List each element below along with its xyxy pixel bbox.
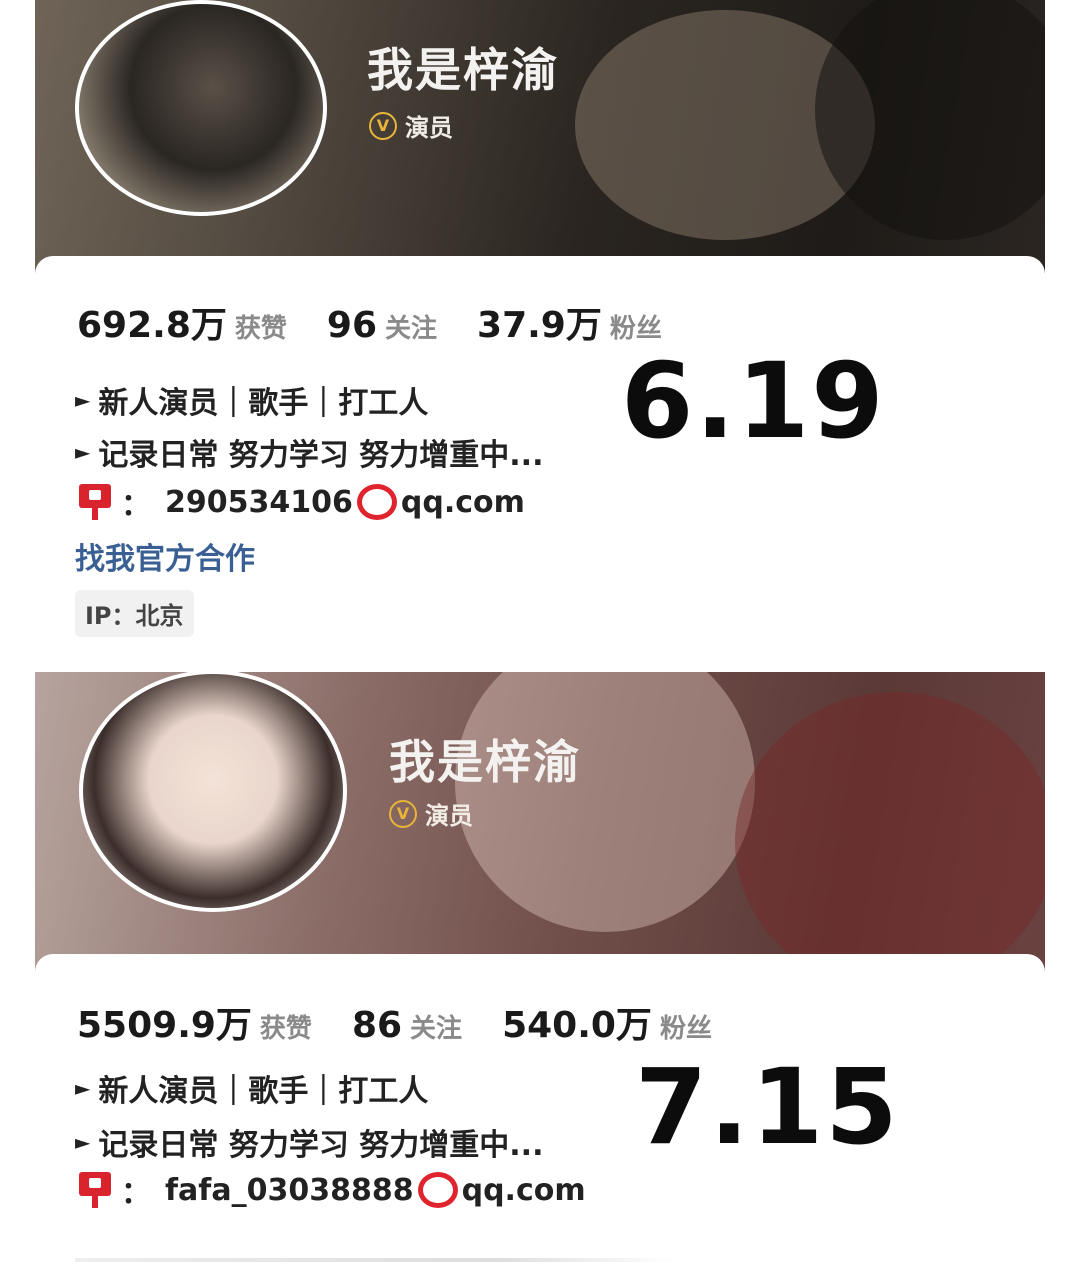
email-row: ： fafa_03038888 qq.com	[79, 1168, 586, 1212]
triangle-bullet-icon: ►	[75, 388, 91, 412]
verified-badge-icon: V	[369, 111, 397, 140]
ip-location-badge: IP：北京	[75, 590, 194, 637]
email-row: ： 290534106 qq.com	[79, 480, 525, 524]
verified-title: 演员	[425, 802, 473, 830]
stat-following-value: 86	[351, 1005, 403, 1046]
avatar[interactable]	[75, 0, 327, 216]
stat-following[interactable]: 96 关注	[327, 305, 437, 346]
email-user: 290534106	[165, 484, 353, 520]
verified-row: V 演员	[389, 796, 473, 831]
stat-followers-value: 37.9万	[477, 305, 602, 346]
stat-followers-value: 540.0万	[502, 1005, 652, 1046]
avatar[interactable]	[79, 672, 347, 912]
verified-row: V 演员	[369, 108, 453, 143]
stat-following-value: 96	[326, 305, 377, 346]
stat-likes[interactable]: 692.8万 获赞	[77, 296, 287, 348]
bio-line: ► 记录日常 努力学习 努力增重中...	[75, 430, 543, 474]
banner-photo-shadow	[735, 692, 1045, 992]
bio-text: 记录日常 努力学习 努力增重中...	[98, 1128, 544, 1163]
profile-info-card: 692.8万 获赞 96 关注 37.9万 粉丝 ► 新人演员｜歌手｜打工人 ►…	[35, 256, 1045, 662]
official-partnership-link[interactable]: 找我官方合作	[75, 534, 255, 578]
bio-line: ► 新人演员｜歌手｜打工人	[75, 378, 428, 422]
profile-banner: 我是梓渝 V 演员	[35, 672, 1045, 992]
bio-text: 记录日常 努力学习 努力增重中...	[98, 438, 544, 473]
display-name: 我是梓渝	[367, 43, 559, 97]
bio-text: 新人演员｜歌手｜打工人	[98, 1074, 429, 1109]
email-user: fafa_03038888	[165, 1172, 414, 1208]
stat-followers-label: 粉丝	[659, 1014, 712, 1044]
email-colon: ：	[121, 1176, 151, 1211]
stat-likes-label: 获赞	[234, 314, 287, 344]
banner-photo-highlight	[455, 672, 755, 932]
stat-following-label: 关注	[385, 314, 438, 344]
stat-following-label: 关注	[410, 1014, 463, 1044]
verified-badge-icon: V	[389, 799, 417, 828]
stats-row: 692.8万 获赞 96 关注 37.9万 粉丝	[77, 296, 702, 348]
mailbox-icon	[79, 484, 111, 520]
red-circle-at-icon	[356, 484, 397, 520]
triangle-bullet-icon: ►	[75, 1076, 91, 1100]
stat-likes-label: 获赞	[259, 1014, 312, 1044]
email-domain: qq.com	[461, 1172, 586, 1208]
red-circle-at-icon	[417, 1172, 458, 1208]
mailbox-icon	[79, 1172, 111, 1208]
stat-likes-value: 692.8万	[77, 305, 227, 346]
profile-info-card: 5509.9万 获赞 86 关注 540.0万 粉丝 ► 新人演员｜歌手｜打工人…	[35, 954, 1045, 1272]
overlay-date-label: 7.15	[635, 1046, 900, 1168]
display-name: 我是梓渝	[389, 735, 581, 789]
triangle-bullet-icon: ►	[75, 1130, 91, 1154]
banner-photo-shadow	[815, 0, 1045, 240]
bio-line: ► 新人演员｜歌手｜打工人	[75, 1066, 428, 1110]
bio-line: ► 记录日常 努力学习 努力增重中...	[75, 1120, 543, 1164]
profile-screenshot-1: 我是梓渝 V 演员 692.8万 获赞 96 关注 37.9万 粉丝 ► 新人演…	[35, 0, 1045, 662]
email-colon: ：	[121, 488, 151, 523]
triangle-bullet-icon: ►	[75, 440, 91, 464]
stats-row: 5509.9万 获赞 86 关注 540.0万 粉丝	[77, 996, 752, 1048]
verified-title: 演员	[405, 114, 453, 142]
profile-banner: 我是梓渝 V 演员	[35, 0, 1045, 280]
stat-likes-value: 5509.9万	[77, 1005, 252, 1046]
overlay-date-label: 6.19	[621, 340, 886, 462]
email-domain: qq.com	[400, 484, 525, 520]
stat-following[interactable]: 86 关注	[352, 1005, 462, 1046]
stat-followers[interactable]: 540.0万 粉丝	[502, 996, 712, 1048]
cropped-content-edge	[75, 1258, 675, 1262]
profile-screenshot-2: 我是梓渝 V 演员 5509.9万 获赞 86 关注 540.0万 粉丝 ► 新…	[35, 672, 1045, 1272]
bio-text: 新人演员｜歌手｜打工人	[98, 386, 429, 421]
stat-likes[interactable]: 5509.9万 获赞	[77, 996, 312, 1048]
